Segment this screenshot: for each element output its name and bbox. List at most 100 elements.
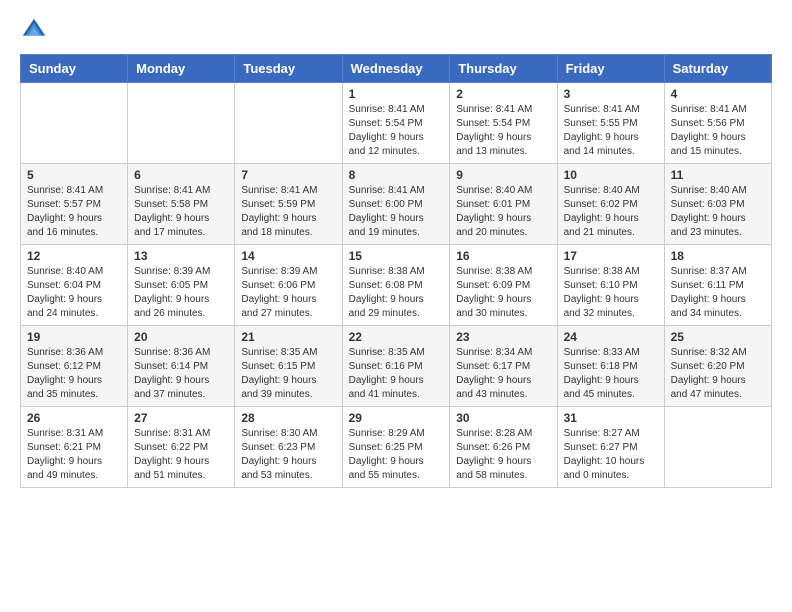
day-info: Sunrise: 8:41 AM Sunset: 5:59 PM Dayligh… [241,184,335,240]
day-info: Sunrise: 8:41 AM Sunset: 5:54 PM Dayligh… [456,103,550,159]
day-info: Sunrise: 8:38 AM Sunset: 6:08 PM Dayligh… [349,265,444,321]
calendar-day-cell: 3 Sunrise: 8:41 AM Sunset: 5:55 PM Daylig… [557,83,664,164]
calendar-day-cell: 29 Sunrise: 8:29 AM Sunset: 6:25 PM Dayli… [342,407,450,488]
calendar-day-cell: 8 Sunrise: 8:41 AM Sunset: 6:00 PM Daylig… [342,164,450,245]
day-number: 1 [349,87,444,101]
day-info: Sunrise: 8:29 AM Sunset: 6:25 PM Dayligh… [349,427,444,483]
calendar-day-cell: 11 Sunrise: 8:40 AM Sunset: 6:03 PM Dayli… [664,164,771,245]
calendar-day-cell: 26Sunrise: 8:31 AM Sunset: 6:21 PM Dayli… [21,407,128,488]
day-number: 18 [671,249,765,263]
calendar-day-cell: 28 Sunrise: 8:30 AM Sunset: 6:23 PM Dayli… [235,407,342,488]
day-number: 28 [241,411,335,425]
calendar-week-row: 1 Sunrise: 8:41 AM Sunset: 5:54 PM Daylig… [21,83,772,164]
calendar-day-cell: 16Sunrise: 8:38 AM Sunset: 6:09 PM Dayli… [450,245,557,326]
calendar-day-cell: 27Sunrise: 8:31 AM Sunset: 6:22 PM Dayli… [128,407,235,488]
calendar-day-cell [128,83,235,164]
calendar-day-cell: 18 Sunrise: 8:37 AM Sunset: 6:11 PM Dayli… [664,245,771,326]
calendar-day-cell: 6Sunrise: 8:41 AM Sunset: 5:58 PM Daylig… [128,164,235,245]
day-info: Sunrise: 8:27 AM Sunset: 6:27 PM Dayligh… [564,427,658,483]
day-info: Sunrise: 8:41 AM Sunset: 6:00 PM Dayligh… [349,184,444,240]
calendar-day-cell: 17Sunrise: 8:38 AM Sunset: 6:10 PM Dayli… [557,245,664,326]
day-number: 11 [671,168,765,182]
day-info: Sunrise: 8:40 AM Sunset: 6:01 PM Dayligh… [456,184,550,240]
calendar-week-row: 5 Sunrise: 8:41 AM Sunset: 5:57 PM Daylig… [21,164,772,245]
calendar-day-cell: 1 Sunrise: 8:41 AM Sunset: 5:54 PM Daylig… [342,83,450,164]
calendar-week-row: 12 Sunrise: 8:40 AM Sunset: 6:04 PM Dayli… [21,245,772,326]
day-number: 5 [27,168,121,182]
day-info: Sunrise: 8:39 AM Sunset: 6:06 PM Dayligh… [241,265,335,321]
calendar-header-row: SundayMondayTuesdayWednesdayThursdayFrid… [21,55,772,83]
calendar-day-cell: 23 Sunrise: 8:34 AM Sunset: 6:17 PM Dayli… [450,326,557,407]
calendar-day-header: Sunday [21,55,128,83]
day-info: Sunrise: 8:34 AM Sunset: 6:17 PM Dayligh… [456,346,550,402]
day-info: Sunrise: 8:38 AM Sunset: 6:10 PM Dayligh… [564,265,658,321]
day-info: Sunrise: 8:41 AM Sunset: 5:55 PM Dayligh… [564,103,658,159]
day-info: Sunrise: 8:41 AM Sunset: 5:57 PM Dayligh… [27,184,121,240]
calendar-day-header: Friday [557,55,664,83]
calendar-week-row: 19 Sunrise: 8:36 AM Sunset: 6:12 PM Dayli… [21,326,772,407]
calendar-day-cell: 9 Sunrise: 8:40 AM Sunset: 6:01 PM Daylig… [450,164,557,245]
day-number: 12 [27,249,121,263]
day-number: 29 [349,411,444,425]
logo-icon [20,16,48,44]
day-number: 3 [564,87,658,101]
day-info: Sunrise: 8:39 AM Sunset: 6:05 PM Dayligh… [134,265,228,321]
day-info: Sunrise: 8:35 AM Sunset: 6:15 PM Dayligh… [241,346,335,402]
day-number: 16 [456,249,550,263]
day-info: Sunrise: 8:37 AM Sunset: 6:11 PM Dayligh… [671,265,765,321]
calendar-day-header: Wednesday [342,55,450,83]
day-number: 4 [671,87,765,101]
header [20,16,772,44]
day-info: Sunrise: 8:40 AM Sunset: 6:02 PM Dayligh… [564,184,658,240]
day-info: Sunrise: 8:35 AM Sunset: 6:16 PM Dayligh… [349,346,444,402]
calendar-day-cell: 2 Sunrise: 8:41 AM Sunset: 5:54 PM Daylig… [450,83,557,164]
day-number: 25 [671,330,765,344]
day-info: Sunrise: 8:36 AM Sunset: 6:14 PM Dayligh… [134,346,228,402]
calendar-day-cell: 7Sunrise: 8:41 AM Sunset: 5:59 PM Daylig… [235,164,342,245]
calendar-week-row: 26Sunrise: 8:31 AM Sunset: 6:21 PM Dayli… [21,407,772,488]
day-number: 27 [134,411,228,425]
calendar-day-cell: 20 Sunrise: 8:36 AM Sunset: 6:14 PM Dayli… [128,326,235,407]
calendar-day-cell [664,407,771,488]
calendar-day-cell: 25 Sunrise: 8:32 AM Sunset: 6:20 PM Dayli… [664,326,771,407]
calendar-day-header: Monday [128,55,235,83]
day-info: Sunrise: 8:36 AM Sunset: 6:12 PM Dayligh… [27,346,121,402]
day-info: Sunrise: 8:32 AM Sunset: 6:20 PM Dayligh… [671,346,765,402]
day-number: 15 [349,249,444,263]
calendar-day-cell: 5 Sunrise: 8:41 AM Sunset: 5:57 PM Daylig… [21,164,128,245]
day-number: 10 [564,168,658,182]
day-number: 19 [27,330,121,344]
day-number: 8 [349,168,444,182]
day-number: 23 [456,330,550,344]
calendar-day-cell: 12 Sunrise: 8:40 AM Sunset: 6:04 PM Dayli… [21,245,128,326]
day-info: Sunrise: 8:40 AM Sunset: 6:03 PM Dayligh… [671,184,765,240]
calendar-day-cell: 21Sunrise: 8:35 AM Sunset: 6:15 PM Dayli… [235,326,342,407]
day-info: Sunrise: 8:40 AM Sunset: 6:04 PM Dayligh… [27,265,121,321]
calendar-day-cell: 4 Sunrise: 8:41 AM Sunset: 5:56 PM Daylig… [664,83,771,164]
calendar-day-cell [235,83,342,164]
day-number: 2 [456,87,550,101]
day-info: Sunrise: 8:41 AM Sunset: 5:56 PM Dayligh… [671,103,765,159]
calendar-day-header: Thursday [450,55,557,83]
calendar-day-cell: 31Sunrise: 8:27 AM Sunset: 6:27 PM Dayli… [557,407,664,488]
day-info: Sunrise: 8:41 AM Sunset: 5:54 PM Dayligh… [349,103,444,159]
day-info: Sunrise: 8:30 AM Sunset: 6:23 PM Dayligh… [241,427,335,483]
day-info: Sunrise: 8:28 AM Sunset: 6:26 PM Dayligh… [456,427,550,483]
day-info: Sunrise: 8:33 AM Sunset: 6:18 PM Dayligh… [564,346,658,402]
logo [20,16,52,44]
calendar-day-cell: 10 Sunrise: 8:40 AM Sunset: 6:02 PM Dayli… [557,164,664,245]
day-number: 20 [134,330,228,344]
page: SundayMondayTuesdayWednesdayThursdayFrid… [0,0,792,508]
calendar-day-cell: 13 Sunrise: 8:39 AM Sunset: 6:05 PM Dayli… [128,245,235,326]
calendar-day-cell: 15 Sunrise: 8:38 AM Sunset: 6:08 PM Dayli… [342,245,450,326]
day-number: 13 [134,249,228,263]
day-info: Sunrise: 8:41 AM Sunset: 5:58 PM Dayligh… [134,184,228,240]
calendar-day-cell: 30 Sunrise: 8:28 AM Sunset: 6:26 PM Dayli… [450,407,557,488]
day-number: 30 [456,411,550,425]
day-info: Sunrise: 8:31 AM Sunset: 6:21 PM Dayligh… [27,427,121,483]
day-number: 24 [564,330,658,344]
calendar-table: SundayMondayTuesdayWednesdayThursdayFrid… [20,54,772,488]
day-number: 9 [456,168,550,182]
day-number: 22 [349,330,444,344]
calendar-day-cell: 24 Sunrise: 8:33 AM Sunset: 6:18 PM Dayli… [557,326,664,407]
